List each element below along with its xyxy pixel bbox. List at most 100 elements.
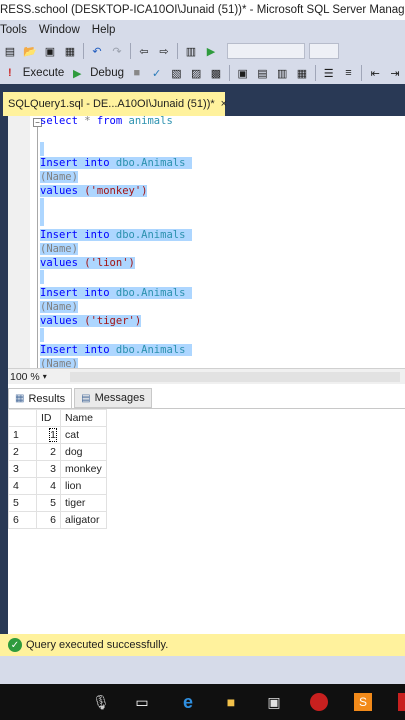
success-check-icon: ✓ bbox=[8, 638, 22, 652]
cell-id[interactable]: 4 bbox=[36, 477, 61, 495]
row-number[interactable]: 3 bbox=[8, 460, 37, 478]
query-editor[interactable]: − select * from animals Insert into dbo.… bbox=[8, 116, 405, 368]
app-icon[interactable] bbox=[393, 691, 405, 713]
tab-results[interactable]: ▦ Results bbox=[8, 388, 73, 408]
task-view-icon[interactable]: ▭ bbox=[131, 691, 153, 713]
table-row[interactable]: 5 5 tiger bbox=[8, 494, 107, 512]
menu-bar: Tools Window Help bbox=[0, 20, 405, 40]
results-grid[interactable]: ID Name 1 1 cat 2 2 dog 3 3 monkey 4 4 l… bbox=[8, 409, 107, 529]
stop-icon[interactable]: ■ bbox=[129, 65, 145, 81]
open-file-icon[interactable]: 📂 bbox=[22, 43, 38, 59]
file-explorer-icon[interactable]: ■ bbox=[220, 691, 242, 713]
sql-editor-toolbar: ! Execute ▶ Debug ■ ✓ ▧ ▨ ▩ ▣ ▤ ▥ ▦ ☰ ≡ … bbox=[0, 62, 405, 84]
query-status-bar: ✓ Query executed successfully. bbox=[0, 634, 405, 656]
menu-window[interactable]: Window bbox=[33, 24, 86, 36]
include-plan-icon[interactable]: ▣ bbox=[235, 65, 251, 81]
microphone-icon[interactable]: 🎙 bbox=[90, 691, 112, 713]
redo-icon[interactable]: ↷ bbox=[109, 43, 125, 59]
code-line: Insert into dbo.Animals bbox=[40, 228, 192, 242]
code-line: values ('tiger') bbox=[40, 315, 142, 327]
selection-highlight bbox=[40, 328, 44, 342]
results-pane: ▦ Results ▤ Messages ID Name 1 1 cat 2 2… bbox=[8, 384, 405, 634]
horizontal-scrollbar[interactable] bbox=[70, 372, 400, 382]
results-tabs: ▦ Results ▤ Messages bbox=[8, 388, 152, 408]
window-title: RESS.school (DESKTOP-ICA10OI\Junaid (51)… bbox=[0, 0, 405, 20]
edge-icon[interactable]: e bbox=[177, 691, 199, 713]
row-header-corner[interactable] bbox=[8, 409, 37, 427]
cell-name[interactable]: cat bbox=[60, 426, 107, 444]
solution-config-dropdown[interactable] bbox=[227, 43, 305, 59]
uncomment-icon[interactable]: ≡ bbox=[341, 65, 357, 81]
execute-icon[interactable]: ! bbox=[2, 65, 18, 81]
platform-dropdown[interactable] bbox=[309, 43, 339, 59]
menu-tools[interactable]: Tools bbox=[0, 24, 33, 36]
client-stats-icon[interactable]: ▤ bbox=[255, 65, 271, 81]
results-to-grid-icon[interactable]: ▦ bbox=[294, 65, 310, 81]
decrease-indent-icon[interactable]: ⇤ bbox=[367, 65, 383, 81]
store-icon[interactable]: ▣ bbox=[263, 691, 285, 713]
separator bbox=[130, 43, 131, 59]
display-plan-icon[interactable]: ▧ bbox=[169, 65, 185, 81]
code-line: (Name) bbox=[40, 171, 78, 183]
separator bbox=[228, 65, 230, 81]
undo-icon[interactable]: ↶ bbox=[89, 43, 105, 59]
cell-name[interactable]: tiger bbox=[60, 494, 107, 512]
debug-icon[interactable]: ▶ bbox=[69, 65, 85, 81]
navigate-backward-icon[interactable]: ⇦ bbox=[136, 43, 152, 59]
save-icon[interactable]: ▣ bbox=[42, 43, 58, 59]
intellisense-icon[interactable]: ▩ bbox=[208, 65, 224, 81]
media-icon[interactable] bbox=[308, 691, 330, 713]
row-number[interactable]: 5 bbox=[8, 494, 37, 512]
cell-id[interactable]: 1 bbox=[49, 428, 57, 442]
cell-name[interactable]: lion bbox=[60, 477, 107, 495]
editor-margin bbox=[8, 116, 30, 368]
close-icon[interactable]: × bbox=[221, 98, 227, 110]
editor-zoom-bar: 100 % ▾ bbox=[8, 368, 405, 384]
tab-messages-label: Messages bbox=[94, 392, 145, 404]
table-row[interactable]: 2 2 dog bbox=[8, 443, 107, 461]
table-row[interactable]: 3 3 monkey bbox=[8, 460, 107, 478]
separator bbox=[83, 43, 84, 59]
table-row[interactable]: 4 4 lion bbox=[8, 477, 107, 495]
row-number[interactable]: 4 bbox=[8, 477, 37, 495]
parse-icon[interactable]: ✓ bbox=[149, 65, 165, 81]
column-header-id[interactable]: ID bbox=[36, 409, 61, 427]
cell-name[interactable]: dog bbox=[60, 443, 107, 461]
selection-highlight bbox=[40, 142, 44, 156]
chevron-down-icon[interactable]: ▾ bbox=[43, 372, 47, 381]
query-options-icon[interactable]: ▨ bbox=[188, 65, 204, 81]
code-line: values ('lion') bbox=[40, 257, 135, 269]
menu-help[interactable]: Help bbox=[86, 24, 122, 36]
cell-name[interactable]: aligator bbox=[60, 511, 107, 529]
cell-id[interactable]: 3 bbox=[36, 460, 61, 478]
new-query-icon[interactable]: ▤ bbox=[2, 43, 18, 59]
execute-button[interactable]: Execute bbox=[20, 67, 68, 79]
code-line: (Name) bbox=[40, 358, 78, 368]
save-all-icon[interactable]: ▦ bbox=[62, 43, 78, 59]
code-line: (Name) bbox=[40, 301, 78, 313]
cell-id[interactable]: 5 bbox=[36, 494, 61, 512]
comment-icon[interactable]: ☰ bbox=[321, 65, 337, 81]
row-number[interactable]: 6 bbox=[8, 511, 37, 529]
table-row[interactable]: 1 1 cat bbox=[8, 426, 107, 444]
cell-id[interactable]: 2 bbox=[36, 443, 61, 461]
cell-name[interactable]: monkey bbox=[60, 460, 107, 478]
start-debug-icon[interactable]: ▶ bbox=[203, 43, 219, 59]
sublime-icon[interactable]: S bbox=[352, 691, 374, 713]
navigate-forward-icon[interactable]: ⇨ bbox=[156, 43, 172, 59]
row-number[interactable]: 2 bbox=[8, 443, 37, 461]
table-row[interactable]: 6 6 aligator bbox=[8, 511, 107, 529]
column-header-name[interactable]: Name bbox=[60, 409, 107, 427]
tab-messages[interactable]: ▤ Messages bbox=[74, 388, 152, 408]
increase-indent-icon[interactable]: ⇥ bbox=[387, 65, 403, 81]
debug-button[interactable]: Debug bbox=[87, 67, 127, 79]
outline-line bbox=[37, 126, 38, 368]
results-to-text-icon[interactable]: ▥ bbox=[274, 65, 290, 81]
tab-sqlquery1[interactable]: SQLQuery1.sql - DE...A10OI\Junaid (51))*… bbox=[3, 92, 227, 116]
separator bbox=[177, 43, 178, 59]
cell-id[interactable]: 6 bbox=[36, 511, 61, 529]
zoom-level[interactable]: 100 % bbox=[10, 371, 40, 383]
row-number[interactable]: 1 bbox=[8, 426, 37, 444]
code-line: values ('monkey') bbox=[40, 185, 148, 197]
database-icon[interactable]: ▥ bbox=[183, 43, 199, 59]
